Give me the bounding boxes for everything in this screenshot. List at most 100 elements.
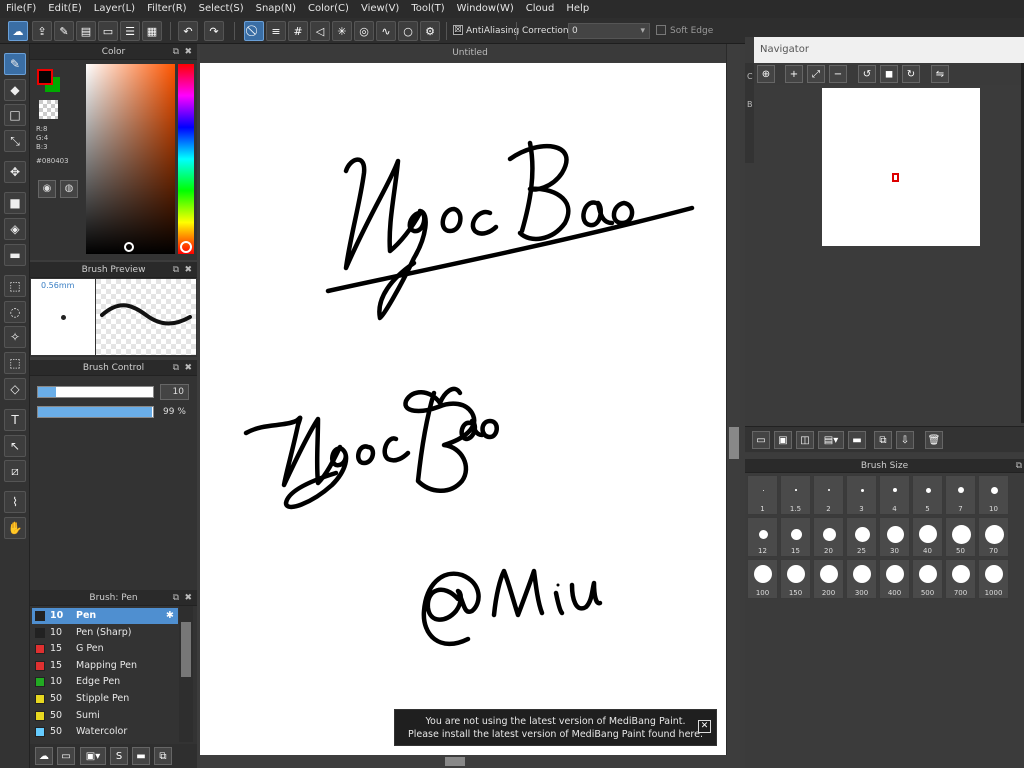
opacity-slider[interactable] — [37, 406, 154, 418]
brush-list-item[interactable]: 50 Sumi — [32, 708, 178, 724]
brush-size-preset[interactable]: 7 — [945, 475, 976, 515]
brush-size-preset[interactable]: 4 — [879, 475, 910, 515]
new-brush-icon[interactable]: ▭ — [57, 747, 75, 765]
palette-add-icon[interactable]: ◍ — [60, 180, 78, 198]
zoom-fit-icon[interactable]: ⊕ — [757, 65, 775, 83]
folder-icon[interactable]: ▬ — [132, 747, 150, 765]
parallel-snap-icon[interactable]: ≡ — [266, 21, 286, 41]
undo-icon[interactable]: ↶ — [178, 21, 198, 41]
palette-icon[interactable]: ◉ — [38, 180, 56, 198]
cloud-brush-icon[interactable]: ☁ — [35, 747, 53, 765]
menu-window[interactable]: Window(W) — [451, 0, 520, 18]
detach-icon[interactable]: ⧉ — [173, 360, 179, 376]
new-layer-icon[interactable]: ▭ — [752, 431, 770, 449]
brush-list-item[interactable]: 15 G Pen — [32, 641, 178, 657]
drawing-canvas[interactable] — [200, 63, 726, 755]
brush-size-preset[interactable]: 100 — [747, 559, 778, 599]
curve-snap-icon[interactable]: ∿ — [376, 21, 396, 41]
reset-view-icon[interactable]: ◼ — [880, 65, 898, 83]
rotate-right-icon[interactable]: ↻ — [902, 65, 920, 83]
brush-size-preset[interactable]: 30 — [879, 517, 910, 557]
sv-picker-cursor[interactable] — [124, 242, 134, 252]
brush-size-preset[interactable]: 12 — [747, 517, 778, 557]
menu-help[interactable]: Help — [560, 0, 595, 18]
menu-file[interactable]: File(F) — [0, 0, 42, 18]
brush-size-preset[interactable]: 150 — [780, 559, 811, 599]
document-icon[interactable]: ▭ — [98, 21, 118, 41]
chat-icon[interactable]: ▤ — [76, 21, 96, 41]
radial-snap-icon[interactable]: ✳ — [332, 21, 352, 41]
brush-size-preset[interactable]: 15 — [780, 517, 811, 557]
folder-icon[interactable]: ▬ — [848, 431, 866, 449]
circle-snap-icon[interactable]: ○ — [398, 21, 418, 41]
notification-line-2[interactable]: Please install the latest version of Med… — [395, 728, 716, 741]
brush-list-item[interactable]: 10 Pen ✱ — [32, 608, 178, 624]
detach-icon[interactable]: ⧉ — [173, 262, 179, 278]
brush-list-item[interactable]: 10 Edge Pen — [32, 674, 178, 690]
brush-size-preset[interactable]: 10 — [978, 475, 1009, 515]
new-1bit-layer-icon[interactable]: ◫ — [796, 431, 814, 449]
brush-list-item[interactable]: 15 Mapping Pen — [32, 658, 178, 674]
zoom-in-icon[interactable]: + — [785, 65, 803, 83]
select-eraser-tool-icon[interactable]: ◇ — [4, 378, 26, 400]
close-icon[interactable]: ✖ — [184, 44, 192, 60]
brush-size-preset[interactable]: 400 — [879, 559, 910, 599]
eyedropper-tool-icon[interactable]: ⌇ — [4, 491, 26, 513]
flip-icon[interactable]: ⇋ — [931, 65, 949, 83]
cloud-icon[interactable]: ☁ — [8, 21, 28, 41]
dot-tool-icon[interactable]: □ — [4, 104, 26, 126]
duplicate-icon[interactable]: ⧉ — [154, 747, 172, 765]
grid-snap-icon[interactable]: # — [288, 21, 308, 41]
menu-filter[interactable]: Filter(R) — [141, 0, 193, 18]
brush-size-preset[interactable]: 5 — [912, 475, 943, 515]
brush-size-preset[interactable]: 1 — [747, 475, 778, 515]
menu-layer[interactable]: Layer(L) — [88, 0, 141, 18]
canvas-tab[interactable]: Untitled — [200, 44, 740, 62]
move-tool-icon[interactable]: ✥ — [4, 161, 26, 183]
zoom-out-icon[interactable]: − — [829, 65, 847, 83]
add-layer-menu-icon[interactable]: ▤▾ — [818, 431, 844, 449]
menu-tool[interactable]: Tool(T) — [405, 0, 450, 18]
canvas-vertical-scrollbar[interactable] — [726, 44, 740, 756]
navigator-viewport-marker[interactable] — [892, 173, 899, 182]
scrollbar-thumb[interactable] — [729, 427, 739, 459]
soft-edge-checkbox[interactable] — [656, 25, 666, 35]
menu-view[interactable]: View(V) — [355, 0, 405, 18]
hue-slider-cursor[interactable] — [180, 241, 192, 253]
brush-size-preset[interactable]: 500 — [912, 559, 943, 599]
duplicate-layer-icon[interactable]: ⧉ — [874, 431, 892, 449]
menu-snap[interactable]: Snap(N) — [250, 0, 302, 18]
transparent-color-swatch[interactable] — [39, 100, 58, 119]
delete-layer-icon[interactable]: 🗑 — [925, 431, 943, 449]
magic-wand-tool-icon[interactable]: ✧ — [4, 326, 26, 348]
operation-tool-icon[interactable]: ↖ — [4, 435, 26, 457]
brush-size-slider[interactable] — [37, 386, 154, 398]
detach-icon[interactable]: ⧉ — [173, 44, 179, 60]
text-tool-icon[interactable]: T — [4, 409, 26, 431]
redo-icon[interactable]: ↷ — [204, 21, 224, 41]
concentric-snap-icon[interactable]: ◎ — [354, 21, 374, 41]
brush-size-preset[interactable]: 700 — [945, 559, 976, 599]
brush-size-preset[interactable]: 1000 — [978, 559, 1009, 599]
vanishing-point-icon[interactable]: ◁ — [310, 21, 330, 41]
foreground-color-swatch[interactable] — [37, 69, 53, 85]
select-pen-tool-icon[interactable]: ⬚ — [4, 352, 26, 374]
close-icon[interactable]: ✖ — [184, 590, 192, 606]
divide-tool-icon[interactable]: ⧄ — [4, 460, 26, 482]
brush-size-preset[interactable]: 20 — [813, 517, 844, 557]
brush-list-item[interactable]: 50 Watercolor — [32, 724, 178, 740]
new-halftone-layer-icon[interactable]: ▣ — [774, 431, 792, 449]
navigator-thumbnail[interactable] — [822, 88, 980, 246]
brush-list-item[interactable]: 50 Stipple Pen — [32, 691, 178, 707]
update-notification[interactable]: You are not using the latest version of … — [394, 709, 717, 746]
gradient-tool-icon[interactable]: ▬ — [4, 244, 26, 266]
select-rect-tool-icon[interactable]: ⬚ — [4, 275, 26, 297]
brush-size-preset[interactable]: 1.5 — [780, 475, 811, 515]
brush-size-preset[interactable]: 50 — [945, 517, 976, 557]
fit-window-icon[interactable]: ⤢ — [807, 65, 825, 83]
fill-rect-tool-icon[interactable]: ■ — [4, 192, 26, 214]
lasso-tool-icon[interactable]: ◌ — [4, 301, 26, 323]
settings-icon[interactable]: ⚙ — [420, 21, 440, 41]
brush-size-preset[interactable]: 3 — [846, 475, 877, 515]
grid-icon[interactable]: ▦ — [142, 21, 162, 41]
